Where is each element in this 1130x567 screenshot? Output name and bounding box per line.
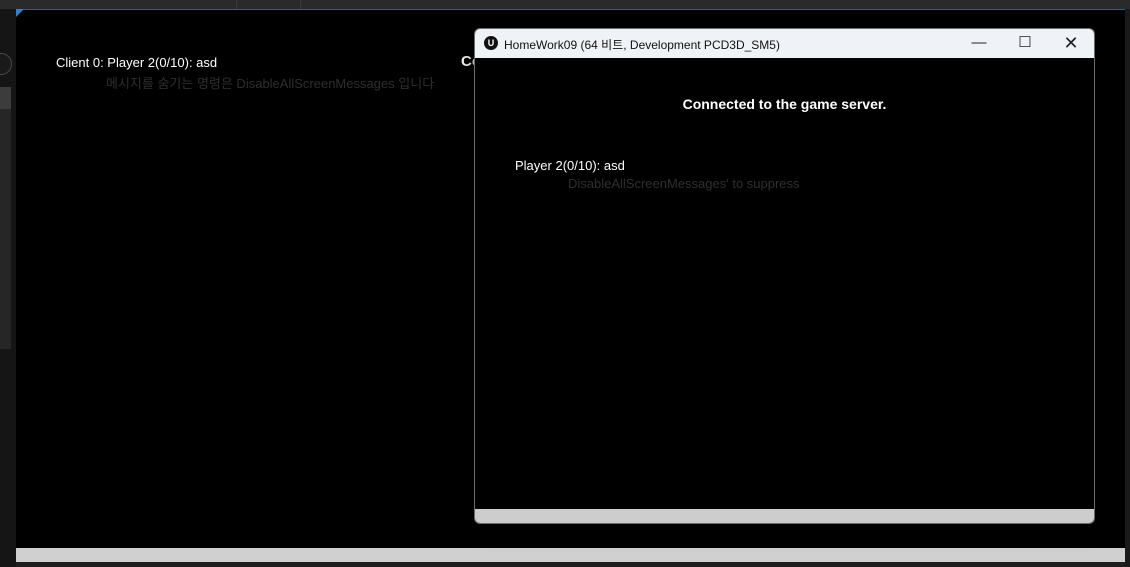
connected-message: Connected to the game server. <box>682 96 887 112</box>
left-circle-button[interactable] <box>0 53 12 75</box>
editor-right-column <box>1125 9 1130 567</box>
unreal-logo-icon: U <box>484 36 498 50</box>
tab-divider <box>236 0 237 9</box>
minimize-button[interactable]: — <box>956 29 1002 58</box>
editor-left-column <box>0 9 16 567</box>
editor-top-strip <box>0 0 1130 9</box>
game-window-title: HomeWork09 (64 비트, Development PCD3D_SM5… <box>504 38 780 52</box>
client-screen-message: Client 0: Player 2(0/10): asd <box>56 55 218 70</box>
game-viewport[interactable]: Connected to the game server. Player 2(0… <box>475 58 1094 509</box>
viewport-corner-marker <box>16 9 24 17</box>
ghost-suppress-message: DisableAllScreenMessages' to suppress <box>568 176 800 191</box>
viewport-bottom-bar[interactable] <box>16 548 1125 562</box>
tab-divider <box>300 0 301 9</box>
left-side-panel <box>0 109 11 349</box>
viewport-focus-border <box>16 9 1125 10</box>
maximize-button[interactable]: ☐ <box>1002 29 1048 58</box>
game-window-bottom-bar <box>475 509 1094 523</box>
game-window[interactable]: U HomeWork09 (64 비트, Development PCD3D_S… <box>474 28 1095 524</box>
ghost-screen-message: 메시지를 숨기는 명령은 DisableAllScreenMessages 입니… <box>106 76 435 91</box>
left-toolbar-button[interactable] <box>0 87 11 109</box>
player-screen-message: Player 2(0/10): asd <box>515 158 625 173</box>
game-window-titlebar[interactable]: U HomeWork09 (64 비트, Development PCD3D_S… <box>475 29 1094 58</box>
close-button[interactable]: ✕ <box>1048 29 1094 58</box>
